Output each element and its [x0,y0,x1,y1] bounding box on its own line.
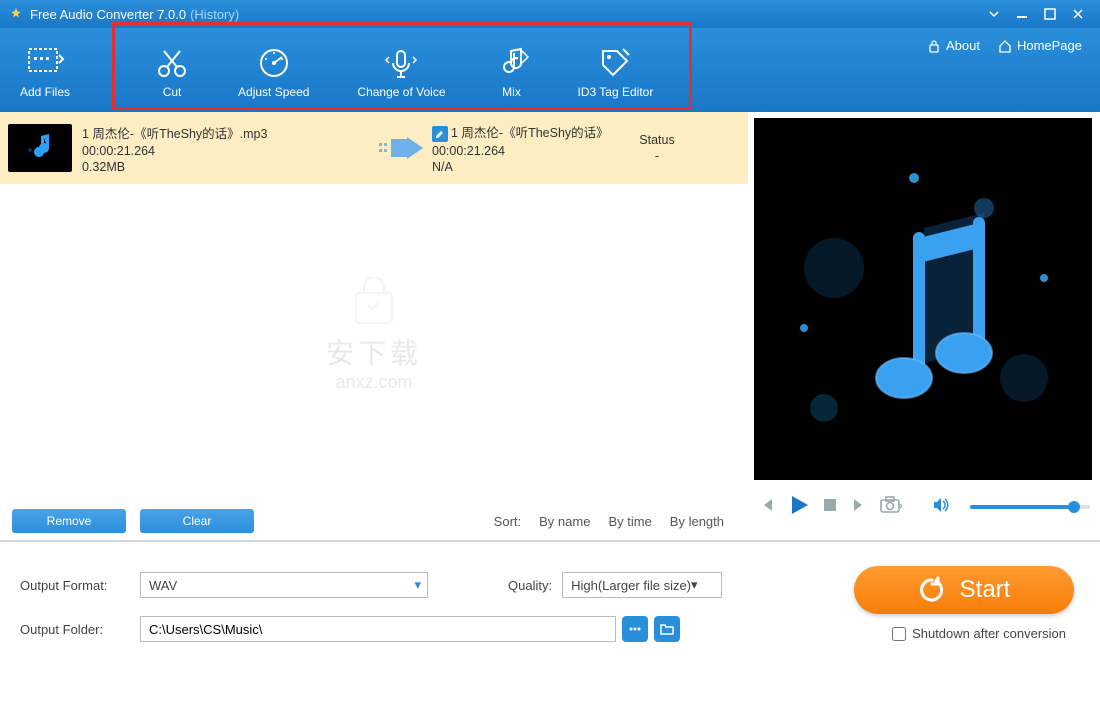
change-voice-label: Change of Voice [357,85,445,99]
sort-by-length[interactable]: By length [670,514,724,529]
change-voice-button[interactable]: Change of Voice [357,41,445,99]
status-column: Status - [622,133,692,163]
homepage-label: HomePage [1017,38,1082,53]
start-button[interactable]: Start [854,566,1074,614]
mix-label: Mix [502,85,521,99]
cut-icon [154,45,190,79]
adjust-speed-button[interactable]: Adjust Speed [238,41,309,99]
id3-label: ID3 Tag Editor [578,85,654,99]
close-icon[interactable] [1064,4,1092,24]
output-format-label: Output Format: [20,578,140,593]
output-size: N/A [432,160,622,174]
player-controls [748,480,1100,534]
volume-icon[interactable] [932,496,950,519]
output-name: 1 周杰伦-《听TheShy的话》 [451,126,609,140]
shutdown-label: Shutdown after conversion [912,626,1066,641]
app-logo-icon [8,6,24,22]
status-header: Status [622,133,692,147]
maximize-icon[interactable] [1036,4,1064,24]
chevron-down-icon: ▾ [414,577,421,593]
prev-button[interactable] [758,496,776,519]
add-files-button[interactable]: Add Files [20,41,70,99]
main-area: 1 周杰伦-《听TheShy的话》.mp3 00:00:21.264 0.32M… [0,112,1100,540]
shutdown-checkbox[interactable] [892,627,906,641]
about-link[interactable]: About [927,38,980,53]
output-column: 1 周杰伦-《听TheShy的话》 00:00:21.264 N/A [432,122,622,174]
file-list-pane: 1 周杰伦-《听TheShy的话》.mp3 00:00:21.264 0.32M… [0,112,748,540]
output-format-select[interactable]: WAV ▾ [140,572,428,598]
shutdown-row: Shutdown after conversion [892,626,1066,641]
tag-icon [597,45,633,79]
homepage-link[interactable]: HomePage [998,38,1082,53]
preview-pane [748,112,1100,540]
about-label: About [946,38,980,53]
next-button[interactable] [850,496,868,519]
quality-label: Quality: [508,578,552,593]
adjust-speed-label: Adjust Speed [238,85,309,99]
remove-button[interactable]: Remove [12,509,126,533]
file-duration: 00:00:21.264 [82,144,372,158]
id3-button[interactable]: ID3 Tag Editor [578,41,654,99]
snapshot-button[interactable] [880,496,902,519]
history-link[interactable]: (History) [190,7,239,22]
browse-button[interactable] [622,616,648,642]
file-thumbnail [8,124,72,172]
menu-down-icon[interactable] [980,4,1008,24]
mix-icon [494,45,530,79]
speed-icon [256,45,292,79]
sort-by-name[interactable]: By name [539,514,590,529]
file-row[interactable]: 1 周杰伦-《听TheShy的话》.mp3 00:00:21.264 0.32M… [0,112,748,184]
volume-slider[interactable] [970,505,1090,509]
minimize-icon[interactable] [1008,4,1036,24]
add-files-label: Add Files [20,85,70,99]
output-folder-label: Output Folder: [20,622,140,637]
output-panel: Output Format: WAV ▾ Quality: High(Large… [0,540,1100,704]
toolbar-right: About HomePage [927,38,1082,53]
arrow-icon [372,135,432,161]
list-footer: Remove Clear Sort: By name By time By le… [0,502,748,540]
start-label: Start [960,576,1011,604]
stop-button[interactable] [822,497,838,518]
refresh-icon [918,576,946,604]
quality-value: High(Larger file size) [571,578,691,593]
preview-box [754,118,1092,480]
output-format-value: WAV [149,578,177,593]
open-folder-button[interactable] [654,616,680,642]
home-icon [998,39,1012,53]
file-size: 0.32MB [82,160,372,174]
sort-label: Sort: [494,514,521,529]
output-folder-input[interactable] [140,616,616,642]
source-column: 1 周杰伦-《听TheShy的话》.mp3 00:00:21.264 0.32M… [82,123,372,174]
edit-icon[interactable] [432,126,448,142]
mix-button[interactable]: Mix [494,41,530,99]
voice-icon [383,45,419,79]
play-button[interactable] [788,494,810,521]
add-files-icon [25,45,65,79]
chevron-down-icon: ▾ [691,577,698,593]
titlebar: Free Audio Converter 7.0.0 (History) [0,0,1100,28]
clear-button[interactable]: Clear [140,509,254,533]
sort-by-time[interactable]: By time [608,514,651,529]
file-name: 1 周杰伦-《听TheShy的话》.mp3 [82,123,372,142]
cut-label: Cut [163,85,182,99]
cut-button[interactable]: Cut [154,41,190,99]
status-value: - [622,149,692,163]
app-title: Free Audio Converter 7.0.0 [30,7,186,22]
lock-icon [927,39,941,53]
toolbar: Add Files Cut Adjust Speed Change of Voi… [0,28,1100,112]
output-duration: 00:00:21.264 [432,144,622,158]
quality-select[interactable]: High(Larger file size) ▾ [562,572,722,598]
